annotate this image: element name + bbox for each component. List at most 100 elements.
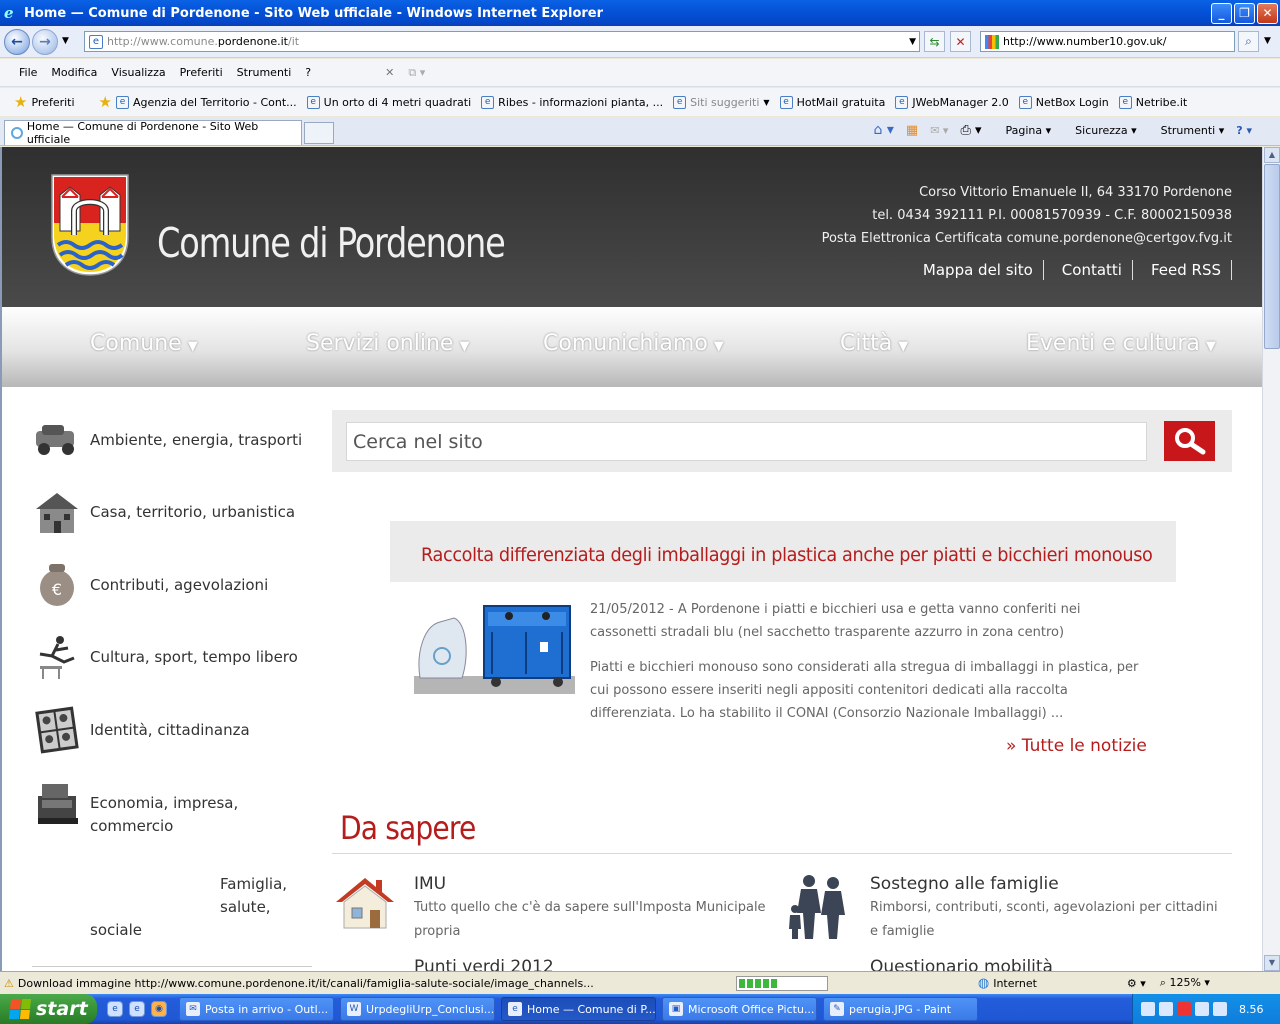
favorite-link[interactable]: e JWebManager 2.0 <box>895 95 1009 109</box>
sidebar-item-cultura[interactable]: Cultura, sport, tempo libero <box>32 632 298 682</box>
sidebar-item-ambiente[interactable]: Ambiente, energia, trasporti <box>32 415 302 465</box>
search-provider-field[interactable]: http://www.number10.gov.uk/ <box>980 31 1235 52</box>
menu-file[interactable]: File <box>12 66 44 79</box>
url-suffix: /it <box>288 35 300 48</box>
address-field[interactable]: e http://www.comune. pordenone.it/it ▼ <box>84 31 920 52</box>
menu-help[interactable]: ? <box>298 66 318 79</box>
scroll-thumb[interactable] <box>1264 164 1280 349</box>
favorite-link[interactable]: e Ribes - informazioni pianta, ... <box>481 95 663 109</box>
favorites-button[interactable]: ★ Preferiti <box>14 93 75 111</box>
menu-visualizza[interactable]: Visualizza <box>104 66 172 79</box>
mail-icon[interactable]: ✉ ▾ <box>930 124 948 137</box>
taskbar-item-picture-manager[interactable]: ▣ Microsoft Office Pictu... <box>662 997 817 1021</box>
nav-servizi-online[interactable]: Servizi online ▼ <box>306 331 469 356</box>
site-search-input[interactable]: Cerca nel sito <box>346 422 1147 461</box>
toolbar-extra-icon[interactable]: ⧉ ▾ <box>401 66 432 80</box>
news-image-recycling-bins[interactable] <box>414 602 575 694</box>
security-zone-label: Internet <box>993 976 1037 990</box>
new-tab-button[interactable] <box>304 122 334 144</box>
sostegno-famiglie-title-link[interactable]: Sostegno alle famiglie <box>870 874 1059 894</box>
close-toolbar-icon[interactable]: ✕ <box>378 66 401 79</box>
home-icon[interactable]: ⌂ ▾ <box>874 122 894 138</box>
news-lead-line: cassonetti stradali blu (nel sacchetto t… <box>590 625 1065 640</box>
suggested-sites[interactable]: e Siti suggeriti ▼ <box>673 95 770 109</box>
network-icon[interactable] <box>1141 1002 1155 1016</box>
nav-eventi-cultura[interactable]: Eventi e cultura ▼ <box>1026 331 1216 356</box>
back-button[interactable]: ← <box>4 29 30 55</box>
ie-quicklaunch-icon[interactable]: e <box>107 1001 123 1017</box>
minimize-button[interactable]: _ <box>1211 2 1232 24</box>
vertical-scrollbar[interactable]: ▲ ▼ <box>1262 147 1280 971</box>
antivirus-icon[interactable] <box>1177 1002 1191 1016</box>
zoom-control[interactable]: ⌕ 125% ▾ <box>1160 976 1210 990</box>
taskbar-item-paint[interactable]: ✎ perugia.JPG - Paint <box>823 997 978 1021</box>
favorite-link[interactable]: e HotMail gratuita <box>779 95 885 109</box>
all-news-link[interactable]: » Tutte le notizie <box>1006 736 1147 756</box>
refresh-button[interactable]: ⇆ <box>924 31 945 52</box>
firefox-icon[interactable]: ◉ <box>151 1001 167 1017</box>
windows-taskbar: start e e ◉ ✉ Posta in arrivo - Outl... W… <box>0 994 1280 1024</box>
sitemap-link[interactable]: Mappa del sito <box>923 260 1044 280</box>
taskbar-item-outlook[interactable]: ✉ Posta in arrivo - Outl... <box>179 997 334 1021</box>
maximize-button[interactable]: ❐ <box>1234 2 1255 24</box>
clock[interactable]: 8.56 <box>1239 1003 1264 1016</box>
menu-modifica[interactable]: Modifica <box>44 66 104 79</box>
favorite-link[interactable]: e Agenzia del Territorio - Cont... <box>115 95 297 109</box>
page-menu[interactable]: Pagina ▾ <box>994 124 1052 137</box>
start-button[interactable]: start <box>0 994 97 1024</box>
nav-comune[interactable]: Comune ▼ <box>90 331 198 356</box>
tools-menu[interactable]: Strumenti ▾ <box>1149 124 1225 137</box>
family-icon[interactable] <box>787 873 857 941</box>
print-icon[interactable]: ⎙ ▾ <box>960 123 981 138</box>
taskbar-item-ie[interactable]: e Home — Comune di P... <box>501 997 656 1021</box>
tab-active[interactable]: Home — Comune di Pordenone - Sito Web uf… <box>4 120 302 146</box>
rss-feed-icon[interactable]: ▦ <box>906 123 918 138</box>
scroll-down-button[interactable]: ▼ <box>1264 955 1280 971</box>
menu-preferiti[interactable]: Preferiti <box>173 66 230 79</box>
security-menu[interactable]: Sicurezza ▾ <box>1063 124 1136 137</box>
search-go-button[interactable]: ⌕ <box>1238 31 1259 52</box>
address-dropdown-icon[interactable]: ▼ <box>909 37 916 47</box>
tray-app-icon[interactable] <box>1195 1002 1209 1016</box>
questionario-mobilita-title-link[interactable]: Questionario mobilità <box>870 957 1053 971</box>
sidebar-item-contributi[interactable]: € Contributi, agevolazioni <box>32 560 268 610</box>
close-button[interactable]: ✕ <box>1257 2 1278 24</box>
punti-verdi-title-link[interactable]: Punti verdi 2012 <box>414 957 554 971</box>
sidebar-item-famiglia[interactable]: Famiglia, salute, sociale <box>90 873 290 942</box>
forward-button[interactable]: → <box>32 29 58 55</box>
ie-quicklaunch-icon[interactable]: e <box>129 1001 145 1017</box>
nav-citta[interactable]: Città ▼ <box>840 331 908 356</box>
protected-mode-icon[interactable]: ⚙ ▾ <box>1127 977 1146 990</box>
chevron-down-icon: ▼ <box>459 339 470 354</box>
help-icon[interactable]: ? ▾ <box>1236 124 1252 137</box>
windows-logo-tile <box>20 999 32 1009</box>
rss-feed-link[interactable]: Feed RSS <box>1133 260 1232 280</box>
add-favorite-icon[interactable]: ★ <box>99 93 112 111</box>
contacts-link[interactable]: Contatti <box>1044 260 1133 280</box>
imu-title-link[interactable]: IMU <box>414 874 446 894</box>
scroll-up-button[interactable]: ▲ <box>1264 147 1280 163</box>
command-bar: ⌂ ▾ ▦ ✉ ▾ ⎙ ▾ Pagina ▾ Sicurezza ▾ Strum… <box>862 122 1252 138</box>
favorite-link[interactable]: e Un orto di 4 metri quadrati <box>306 95 471 109</box>
menu-strumenti[interactable]: Strumenti <box>230 66 299 79</box>
site-name[interactable]: Comune di Pordenone <box>157 219 506 267</box>
nav-comunichiamo[interactable]: Comunichiamo ▼ <box>543 331 724 356</box>
sidebar-item-economia[interactable]: Economia, impresa, commercio <box>32 784 260 838</box>
pordenone-crest-logo[interactable] <box>50 173 130 277</box>
stop-button[interactable]: ✕ <box>950 31 971 52</box>
history-dropdown-icon[interactable]: ▼ <box>62 36 69 46</box>
news-body: Piatti e bicchieri monouso sono consider… <box>590 656 1160 725</box>
news-title-link[interactable]: Raccolta differenziata degli imballaggi … <box>421 544 1153 566</box>
volume-icon[interactable] <box>1159 1002 1173 1016</box>
site-search-button[interactable] <box>1164 421 1215 461</box>
sidebar-item-casa[interactable]: Casa, territorio, urbanistica <box>32 487 295 537</box>
search-options-icon[interactable]: ▼ <box>1264 36 1271 46</box>
security-zone[interactable]: ◍ Internet <box>978 976 1037 991</box>
taskbar-item-word[interactable]: W UrpdegliUrp_Conclusi... <box>340 997 495 1021</box>
sidebar-item-identita[interactable]: Identità, cittadinanza <box>32 705 250 755</box>
favorite-link[interactable]: e NetBox Login <box>1018 95 1109 109</box>
favorite-link[interactable]: e Netribe.it <box>1118 95 1187 109</box>
tray-app-icon[interactable] <box>1213 1002 1227 1016</box>
house-icon[interactable] <box>332 874 398 932</box>
quick-launch: e e ◉ <box>107 1001 167 1017</box>
